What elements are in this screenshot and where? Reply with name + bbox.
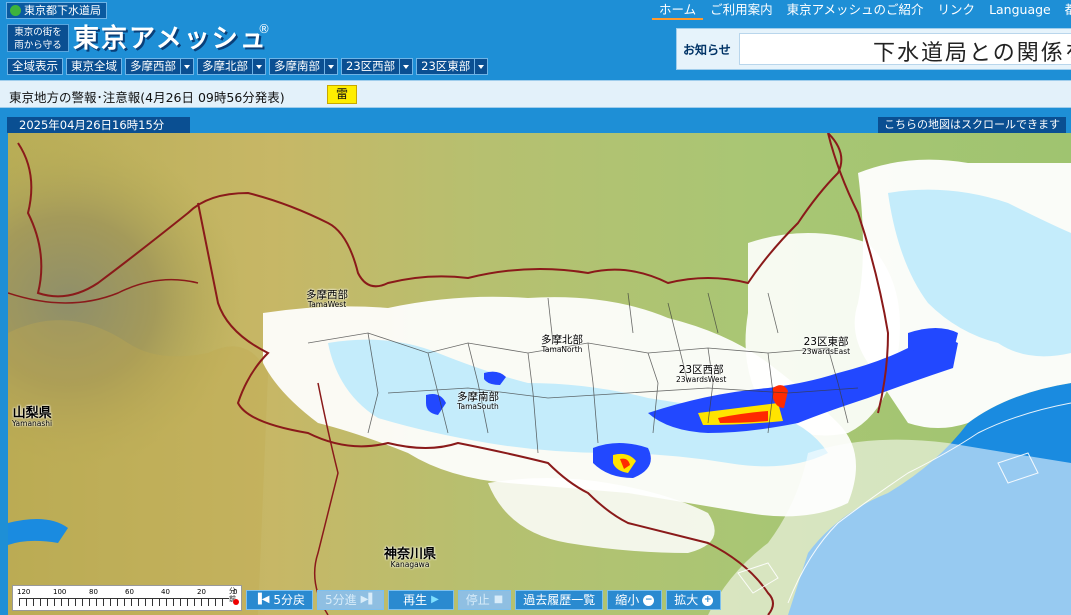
region-label: 多摩南部	[274, 59, 320, 73]
chevron-down-icon[interactable]	[252, 59, 264, 74]
tree-icon	[10, 5, 21, 16]
chevron-down-icon[interactable]	[399, 59, 411, 74]
notice-text: 下水道局との関係を	[873, 41, 1071, 65]
history-label: 過去履歴一覧	[523, 593, 596, 607]
scale-label: 60	[125, 588, 134, 596]
zoom-in-label: 拡大	[674, 593, 699, 607]
site-logo[interactable]: 東京アメッシュ	[73, 18, 268, 55]
bureau-label: 東京都下水道局	[24, 4, 101, 17]
top-nav: ホーム ご利用案内 東京アメッシュのご紹介 リンク Language 都庁	[652, 0, 1071, 20]
rain-map[interactable]: 多摩西部 TamaWest 多摩北部 TamaNorth 多摩南部 TamaSo…	[8, 133, 1071, 615]
chevron-down-icon[interactable]	[474, 59, 486, 74]
play-label: 再生	[403, 593, 428, 607]
header: 東京都下水道局 東京の街を 雨から守る 東京アメッシュ ® ホーム ご利用案内 …	[0, 0, 1071, 80]
region-button[interactable]: 多摩南部	[269, 58, 338, 75]
nav-language[interactable]: Language	[982, 0, 1058, 20]
bureau-link[interactable]: 東京都下水道局	[6, 2, 107, 19]
region-button[interactable]: 23区西部	[341, 58, 414, 75]
label-yamanashi: 山梨県 Yamanashi	[12, 406, 53, 428]
label-23wards-east: 23区東部 23wardsEast	[802, 336, 851, 356]
label-23wards-west: 23区西部 23wardsWest	[676, 364, 727, 384]
region-button[interactable]: 多摩北部	[197, 58, 266, 75]
warning-bar: 東京地方の警報･注意報(4月26日 09時56分発表) 雷	[0, 80, 1071, 108]
label-tama-north: 多摩北部 TamaNorth	[541, 334, 583, 354]
nav-guide[interactable]: ご利用案内	[703, 0, 780, 20]
region-label: 23区東部	[421, 59, 471, 73]
region-button[interactable]: 東京全域	[66, 58, 122, 75]
skip-forward-icon: ▶▌	[360, 594, 377, 605]
region-label: 東京全域	[71, 59, 117, 73]
time-scale-legend: 120 100 80 60 40 20 0 分 前	[12, 585, 242, 611]
plus-icon: +	[702, 594, 714, 606]
nav-home[interactable]: ホーム	[652, 0, 704, 20]
scale-label: 20	[197, 588, 206, 596]
zoom-in-button[interactable]: 拡大 +	[666, 590, 722, 610]
chevron-down-icon[interactable]	[324, 59, 336, 74]
region-button[interactable]: 全域表示	[7, 58, 63, 75]
region-label: 多摩西部	[130, 59, 176, 73]
play-icon: ▶	[431, 594, 439, 605]
chevron-down-icon[interactable]	[180, 59, 192, 74]
region-bar: 全域表示 東京全域 多摩西部 多摩北部 多摩南部 23区西部 23区東部	[7, 58, 489, 75]
region-label: 多摩北部	[202, 59, 248, 73]
zoom-out-button[interactable]: 縮小 −	[607, 590, 663, 610]
scale-label: 40	[161, 588, 170, 596]
map-timestamp: 2025年04月26日16時15分	[7, 117, 190, 133]
scale-label: 80	[89, 588, 98, 596]
label-kanagawa: 神奈川県 Kanagawa	[384, 547, 437, 569]
playback-controls: ▐◀ 5分戻 5分進 ▶▌ 再生 ▶ 停止 ■ 過去履歴一覧 縮小 − 拡大 +	[246, 590, 722, 610]
unit-top: 分	[229, 587, 236, 595]
forward-5min-button[interactable]: 5分進 ▶▌	[317, 590, 385, 610]
nav-about[interactable]: 東京アメッシュのご紹介	[780, 0, 931, 20]
back-5min-button[interactable]: ▐◀ 5分戻	[246, 590, 314, 610]
skip-back-icon: ▐◀	[254, 594, 270, 605]
zoom-out-label: 縮小	[615, 593, 640, 607]
map-frame: 2025年04月26日16時15分 こちらの地図はスクロールできます 多摩西部 …	[0, 108, 1071, 615]
current-time-marker	[233, 599, 239, 605]
time-scale-ticks[interactable]	[19, 598, 229, 606]
history-button[interactable]: 過去履歴一覧	[515, 590, 604, 610]
region-label: 23区西部	[346, 59, 396, 73]
logo-tagline: 東京の街を 雨から守る	[7, 24, 69, 52]
nav-tocho[interactable]: 都庁	[1058, 0, 1071, 20]
ridge-layer	[8, 320, 268, 615]
region-button[interactable]: 多摩西部	[125, 58, 194, 75]
region-label: 全域表示	[12, 59, 58, 73]
nav-links[interactable]: リンク	[931, 0, 983, 20]
notice-panel: お知らせ 下水道局との関係を	[676, 28, 1071, 70]
notice-ticker[interactable]: 下水道局との関係を	[739, 33, 1071, 65]
play-button[interactable]: 再生 ▶	[388, 590, 454, 610]
back-label: 5分戻	[273, 593, 306, 607]
label-tama-south: 多摩南部 TamaSouth	[457, 391, 499, 411]
stop-icon: ■	[493, 594, 504, 605]
label-tama-west: 多摩西部 TamaWest	[306, 289, 348, 309]
minus-icon: −	[643, 594, 655, 606]
scale-label: 120	[17, 588, 31, 596]
region-button[interactable]: 23区東部	[416, 58, 489, 75]
registered-mark: ®	[258, 22, 270, 36]
time-scale-labels: 120 100 80 60 40 20 0	[17, 588, 243, 596]
logo-tagline-line2: 雨から守る	[14, 40, 62, 51]
forward-label: 5分進	[325, 593, 357, 607]
scale-label: 100	[53, 588, 67, 596]
scroll-note: こちらの地図はスクロールできます	[878, 117, 1066, 133]
warning-text: 東京地方の警報･注意報(4月26日 09時56分発表)	[9, 90, 285, 105]
rain-map-svg	[8, 133, 1071, 615]
logo-tagline-line1: 東京の街を	[14, 27, 62, 38]
rain-cell-east	[908, 328, 958, 355]
stop-label: 停止	[465, 593, 490, 607]
thunder-warning-badge[interactable]: 雷	[327, 85, 357, 104]
notice-label: お知らせ	[683, 43, 731, 57]
stop-button[interactable]: 停止 ■	[457, 590, 512, 610]
